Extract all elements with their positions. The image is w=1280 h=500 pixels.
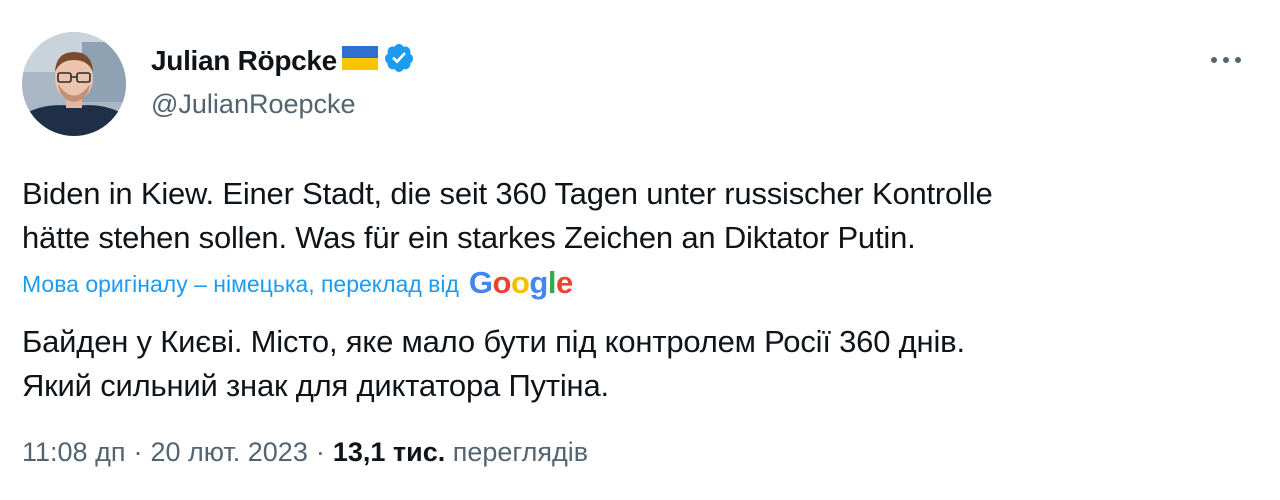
tweet-timestamp-link[interactable]: 11:08 дп · 20 лют. 2023 (22, 437, 308, 468)
separator: · (315, 437, 325, 467)
google-logo-letter: e (555, 265, 573, 300)
tweet-date: 20 лют. 2023 (150, 437, 308, 467)
google-logo[interactable]: Google (469, 265, 573, 301)
tweet-text-line: Biden in Kiew. Einer Stadt, die seit 360… (22, 176, 993, 211)
google-logo-letter: G (468, 265, 493, 300)
more-horizontal-icon (1208, 52, 1244, 70)
translated-text: Байден у Києві. Місто, яке мало бути під… (22, 320, 1262, 408)
avatar[interactable] (22, 32, 126, 136)
ukraine-flag-icon (341, 45, 379, 76)
verified-badge-icon (383, 42, 415, 79)
author-handle[interactable]: @JulianRoepcke (151, 89, 356, 120)
views-link[interactable]: 13,1 тис. переглядів (333, 437, 588, 468)
translated-text-line: Байден у Києві. Місто, яке мало бути під… (22, 324, 965, 359)
avatar-image (22, 32, 126, 136)
tweet-text-line: hätte stehen sollen. Was für ein starkes… (22, 220, 916, 255)
google-logo-letter: o (492, 265, 512, 300)
google-logo-letter: g (529, 265, 548, 300)
translated-text-line: Який сильний знак для диктатора Путіна. (22, 368, 609, 403)
tweet-time: 11:08 дп (22, 437, 126, 467)
author-name-row: Julian Röpcke (151, 42, 415, 79)
translation-attribution: Мова оригіналу – німецька, переклад від … (22, 265, 573, 302)
views-count: 13,1 тис. (332, 437, 446, 467)
tweet-text: Biden in Kiew. Einer Stadt, die seit 360… (22, 172, 1262, 260)
google-logo-letter: o (510, 265, 530, 300)
author-display-name[interactable]: Julian Röpcke (151, 45, 337, 77)
tweet-meta: 11:08 дп · 20 лют. 2023 · 13,1 тис. перегл… (22, 437, 588, 468)
google-logo-letter: l (547, 265, 557, 300)
separator: · (133, 437, 143, 467)
more-options-button[interactable] (1204, 46, 1248, 76)
translation-language-link[interactable]: Мова оригіналу – німецька, переклад від (22, 271, 459, 298)
views-label: переглядів (452, 437, 589, 467)
